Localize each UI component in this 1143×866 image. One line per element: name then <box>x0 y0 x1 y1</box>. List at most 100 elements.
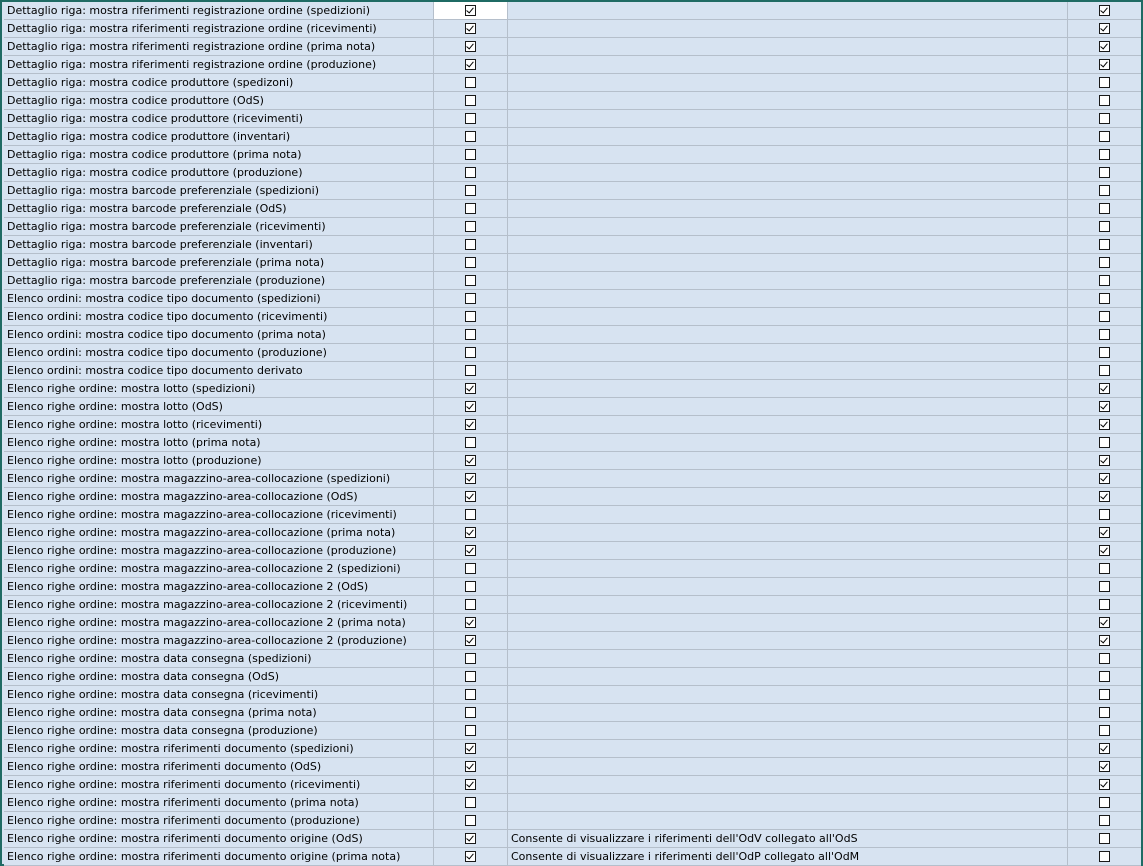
enabled-cell[interactable] <box>434 848 508 865</box>
default-cell[interactable] <box>1068 614 1141 631</box>
checkbox-checked-icon[interactable] <box>465 851 476 862</box>
enabled-cell[interactable] <box>434 344 508 361</box>
checkbox-checked-icon[interactable] <box>465 779 476 790</box>
enabled-cell[interactable] <box>434 56 508 73</box>
checkbox-unchecked-icon[interactable] <box>1099 257 1110 268</box>
default-cell[interactable] <box>1068 452 1141 469</box>
enabled-cell[interactable] <box>434 794 508 811</box>
enabled-cell[interactable] <box>434 2 508 19</box>
enabled-cell[interactable] <box>434 362 508 379</box>
enabled-cell[interactable] <box>434 110 508 127</box>
checkbox-unchecked-icon[interactable] <box>1099 113 1110 124</box>
enabled-cell[interactable] <box>434 740 508 757</box>
table-row[interactable]: Dettaglio riga: mostra codice produttore… <box>4 146 1141 164</box>
table-row[interactable]: Elenco righe ordine: mostra lotto (produ… <box>4 452 1141 470</box>
table-row[interactable]: Elenco righe ordine: mostra riferimenti … <box>4 812 1141 830</box>
checkbox-unchecked-icon[interactable] <box>1099 167 1110 178</box>
enabled-cell[interactable] <box>434 218 508 235</box>
table-row[interactable]: Elenco righe ordine: mostra magazzino-ar… <box>4 506 1141 524</box>
default-cell[interactable] <box>1068 362 1141 379</box>
enabled-cell[interactable] <box>434 812 508 829</box>
checkbox-checked-icon[interactable] <box>465 455 476 466</box>
default-cell[interactable] <box>1068 488 1141 505</box>
checkbox-checked-icon[interactable] <box>465 743 476 754</box>
table-row[interactable]: Dettaglio riga: mostra riferimenti regis… <box>4 56 1141 74</box>
checkbox-checked-icon[interactable] <box>1099 491 1110 502</box>
default-cell[interactable] <box>1068 776 1141 793</box>
table-row[interactable]: Elenco ordini: mostra codice tipo docume… <box>4 344 1141 362</box>
table-row[interactable]: Elenco righe ordine: mostra data consegn… <box>4 722 1141 740</box>
table-row[interactable]: Dettaglio riga: mostra barcode preferenz… <box>4 182 1141 200</box>
enabled-cell[interactable] <box>434 578 508 595</box>
table-row[interactable]: Elenco righe ordine: mostra magazzino-ar… <box>4 542 1141 560</box>
default-cell[interactable] <box>1068 200 1141 217</box>
checkbox-unchecked-icon[interactable] <box>1099 725 1110 736</box>
checkbox-unchecked-icon[interactable] <box>1099 239 1110 250</box>
default-cell[interactable] <box>1068 254 1141 271</box>
checkbox-checked-icon[interactable] <box>1099 743 1110 754</box>
checkbox-checked-icon[interactable] <box>465 419 476 430</box>
checkbox-unchecked-icon[interactable] <box>1099 815 1110 826</box>
enabled-cell[interactable] <box>434 830 508 847</box>
checkbox-unchecked-icon[interactable] <box>465 689 476 700</box>
table-row[interactable]: Elenco righe ordine: mostra magazzino-ar… <box>4 470 1141 488</box>
default-cell[interactable] <box>1068 740 1141 757</box>
checkbox-checked-icon[interactable] <box>1099 779 1110 790</box>
enabled-cell[interactable] <box>434 20 508 37</box>
checkbox-checked-icon[interactable] <box>1099 5 1110 16</box>
table-row[interactable]: Elenco righe ordine: mostra riferimenti … <box>4 776 1141 794</box>
table-row[interactable]: Elenco righe ordine: mostra lotto (ricev… <box>4 416 1141 434</box>
enabled-cell[interactable] <box>434 146 508 163</box>
checkbox-unchecked-icon[interactable] <box>465 293 476 304</box>
checkbox-checked-icon[interactable] <box>465 761 476 772</box>
checkbox-checked-icon[interactable] <box>1099 617 1110 628</box>
default-cell[interactable] <box>1068 218 1141 235</box>
table-row[interactable]: Dettaglio riga: mostra barcode preferenz… <box>4 254 1141 272</box>
checkbox-unchecked-icon[interactable] <box>465 275 476 286</box>
checkbox-unchecked-icon[interactable] <box>1099 563 1110 574</box>
checkbox-unchecked-icon[interactable] <box>1099 671 1110 682</box>
default-cell[interactable] <box>1068 182 1141 199</box>
table-row[interactable]: Elenco righe ordine: mostra magazzino-ar… <box>4 632 1141 650</box>
table-row[interactable]: Elenco righe ordine: mostra magazzino-ar… <box>4 578 1141 596</box>
default-cell[interactable] <box>1068 506 1141 523</box>
checkbox-unchecked-icon[interactable] <box>1099 293 1110 304</box>
checkbox-checked-icon[interactable] <box>1099 761 1110 772</box>
default-cell[interactable] <box>1068 560 1141 577</box>
checkbox-checked-icon[interactable] <box>465 383 476 394</box>
checkbox-unchecked-icon[interactable] <box>1099 95 1110 106</box>
checkbox-unchecked-icon[interactable] <box>1099 581 1110 592</box>
table-row[interactable]: Dettaglio riga: mostra barcode preferenz… <box>4 200 1141 218</box>
checkbox-unchecked-icon[interactable] <box>465 95 476 106</box>
checkbox-checked-icon[interactable] <box>1099 401 1110 412</box>
enabled-cell[interactable] <box>434 326 508 343</box>
enabled-cell[interactable] <box>434 632 508 649</box>
default-cell[interactable] <box>1068 20 1141 37</box>
checkbox-checked-icon[interactable] <box>465 527 476 538</box>
checkbox-unchecked-icon[interactable] <box>465 131 476 142</box>
enabled-cell[interactable] <box>434 74 508 91</box>
default-cell[interactable] <box>1068 128 1141 145</box>
table-row[interactable]: Elenco righe ordine: mostra riferimenti … <box>4 848 1141 866</box>
enabled-cell[interactable] <box>434 560 508 577</box>
default-cell[interactable] <box>1068 56 1141 73</box>
checkbox-unchecked-icon[interactable] <box>465 653 476 664</box>
default-cell[interactable] <box>1068 704 1141 721</box>
enabled-cell[interactable] <box>434 182 508 199</box>
enabled-cell[interactable] <box>434 92 508 109</box>
table-row[interactable]: Elenco ordini: mostra codice tipo docume… <box>4 362 1141 380</box>
checkbox-checked-icon[interactable] <box>465 545 476 556</box>
default-cell[interactable] <box>1068 686 1141 703</box>
checkbox-checked-icon[interactable] <box>1099 383 1110 394</box>
table-row[interactable]: Elenco righe ordine: mostra riferimenti … <box>4 758 1141 776</box>
checkbox-unchecked-icon[interactable] <box>465 581 476 592</box>
default-cell[interactable] <box>1068 344 1141 361</box>
enabled-cell[interactable] <box>434 542 508 559</box>
default-cell[interactable] <box>1068 434 1141 451</box>
enabled-cell[interactable] <box>434 488 508 505</box>
enabled-cell[interactable] <box>434 776 508 793</box>
checkbox-checked-icon[interactable] <box>1099 455 1110 466</box>
checkbox-unchecked-icon[interactable] <box>1099 203 1110 214</box>
default-cell[interactable] <box>1068 110 1141 127</box>
checkbox-checked-icon[interactable] <box>465 473 476 484</box>
